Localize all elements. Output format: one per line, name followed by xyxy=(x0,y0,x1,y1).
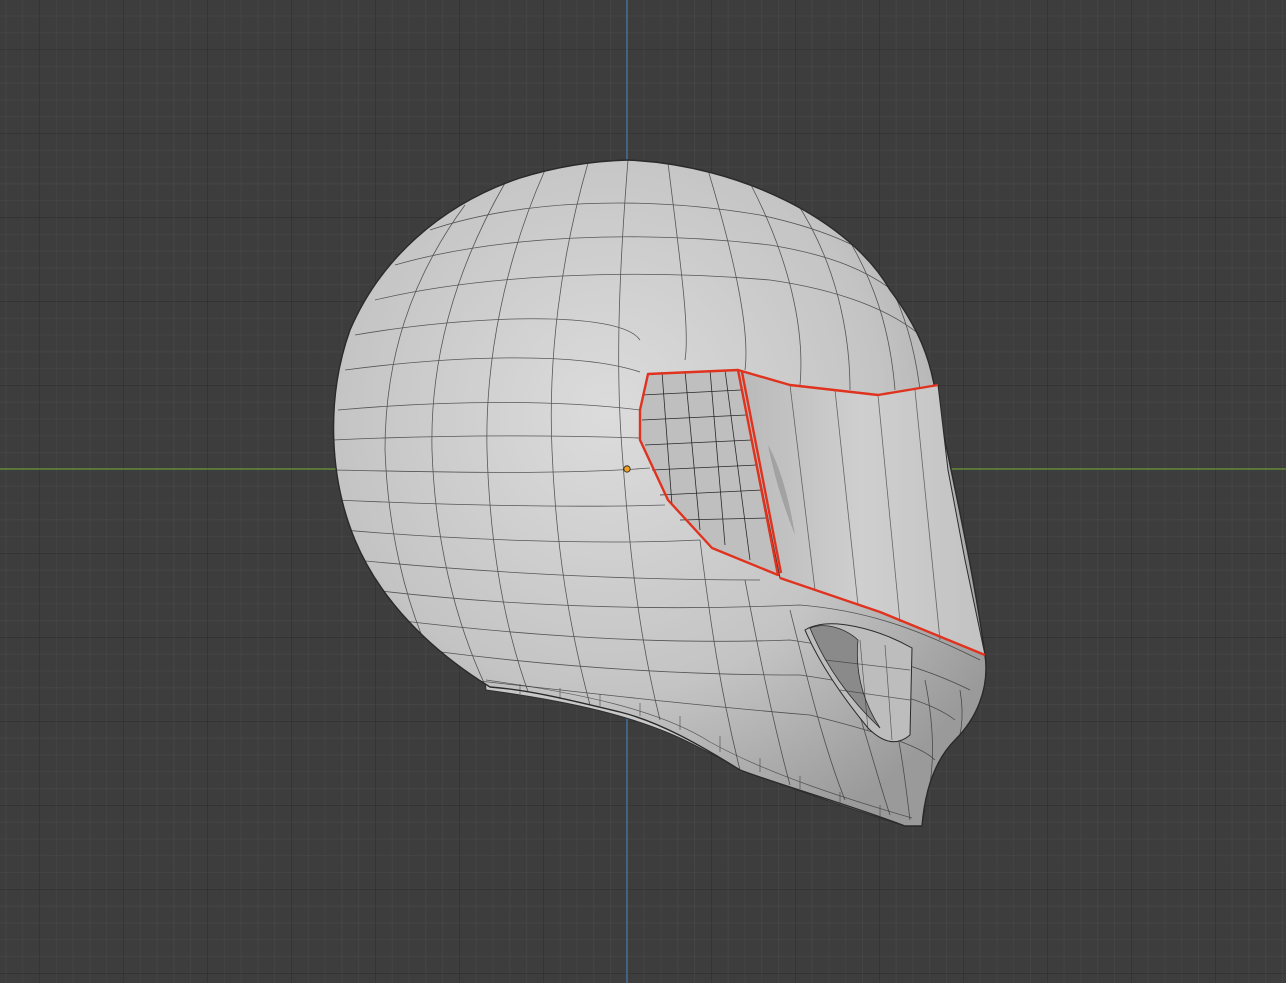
helmet-mesh[interactable] xyxy=(332,159,987,827)
object-origin-dot[interactable] xyxy=(623,465,631,473)
viewport-scene[interactable] xyxy=(0,0,1286,983)
3d-viewport[interactable] xyxy=(0,0,1286,983)
